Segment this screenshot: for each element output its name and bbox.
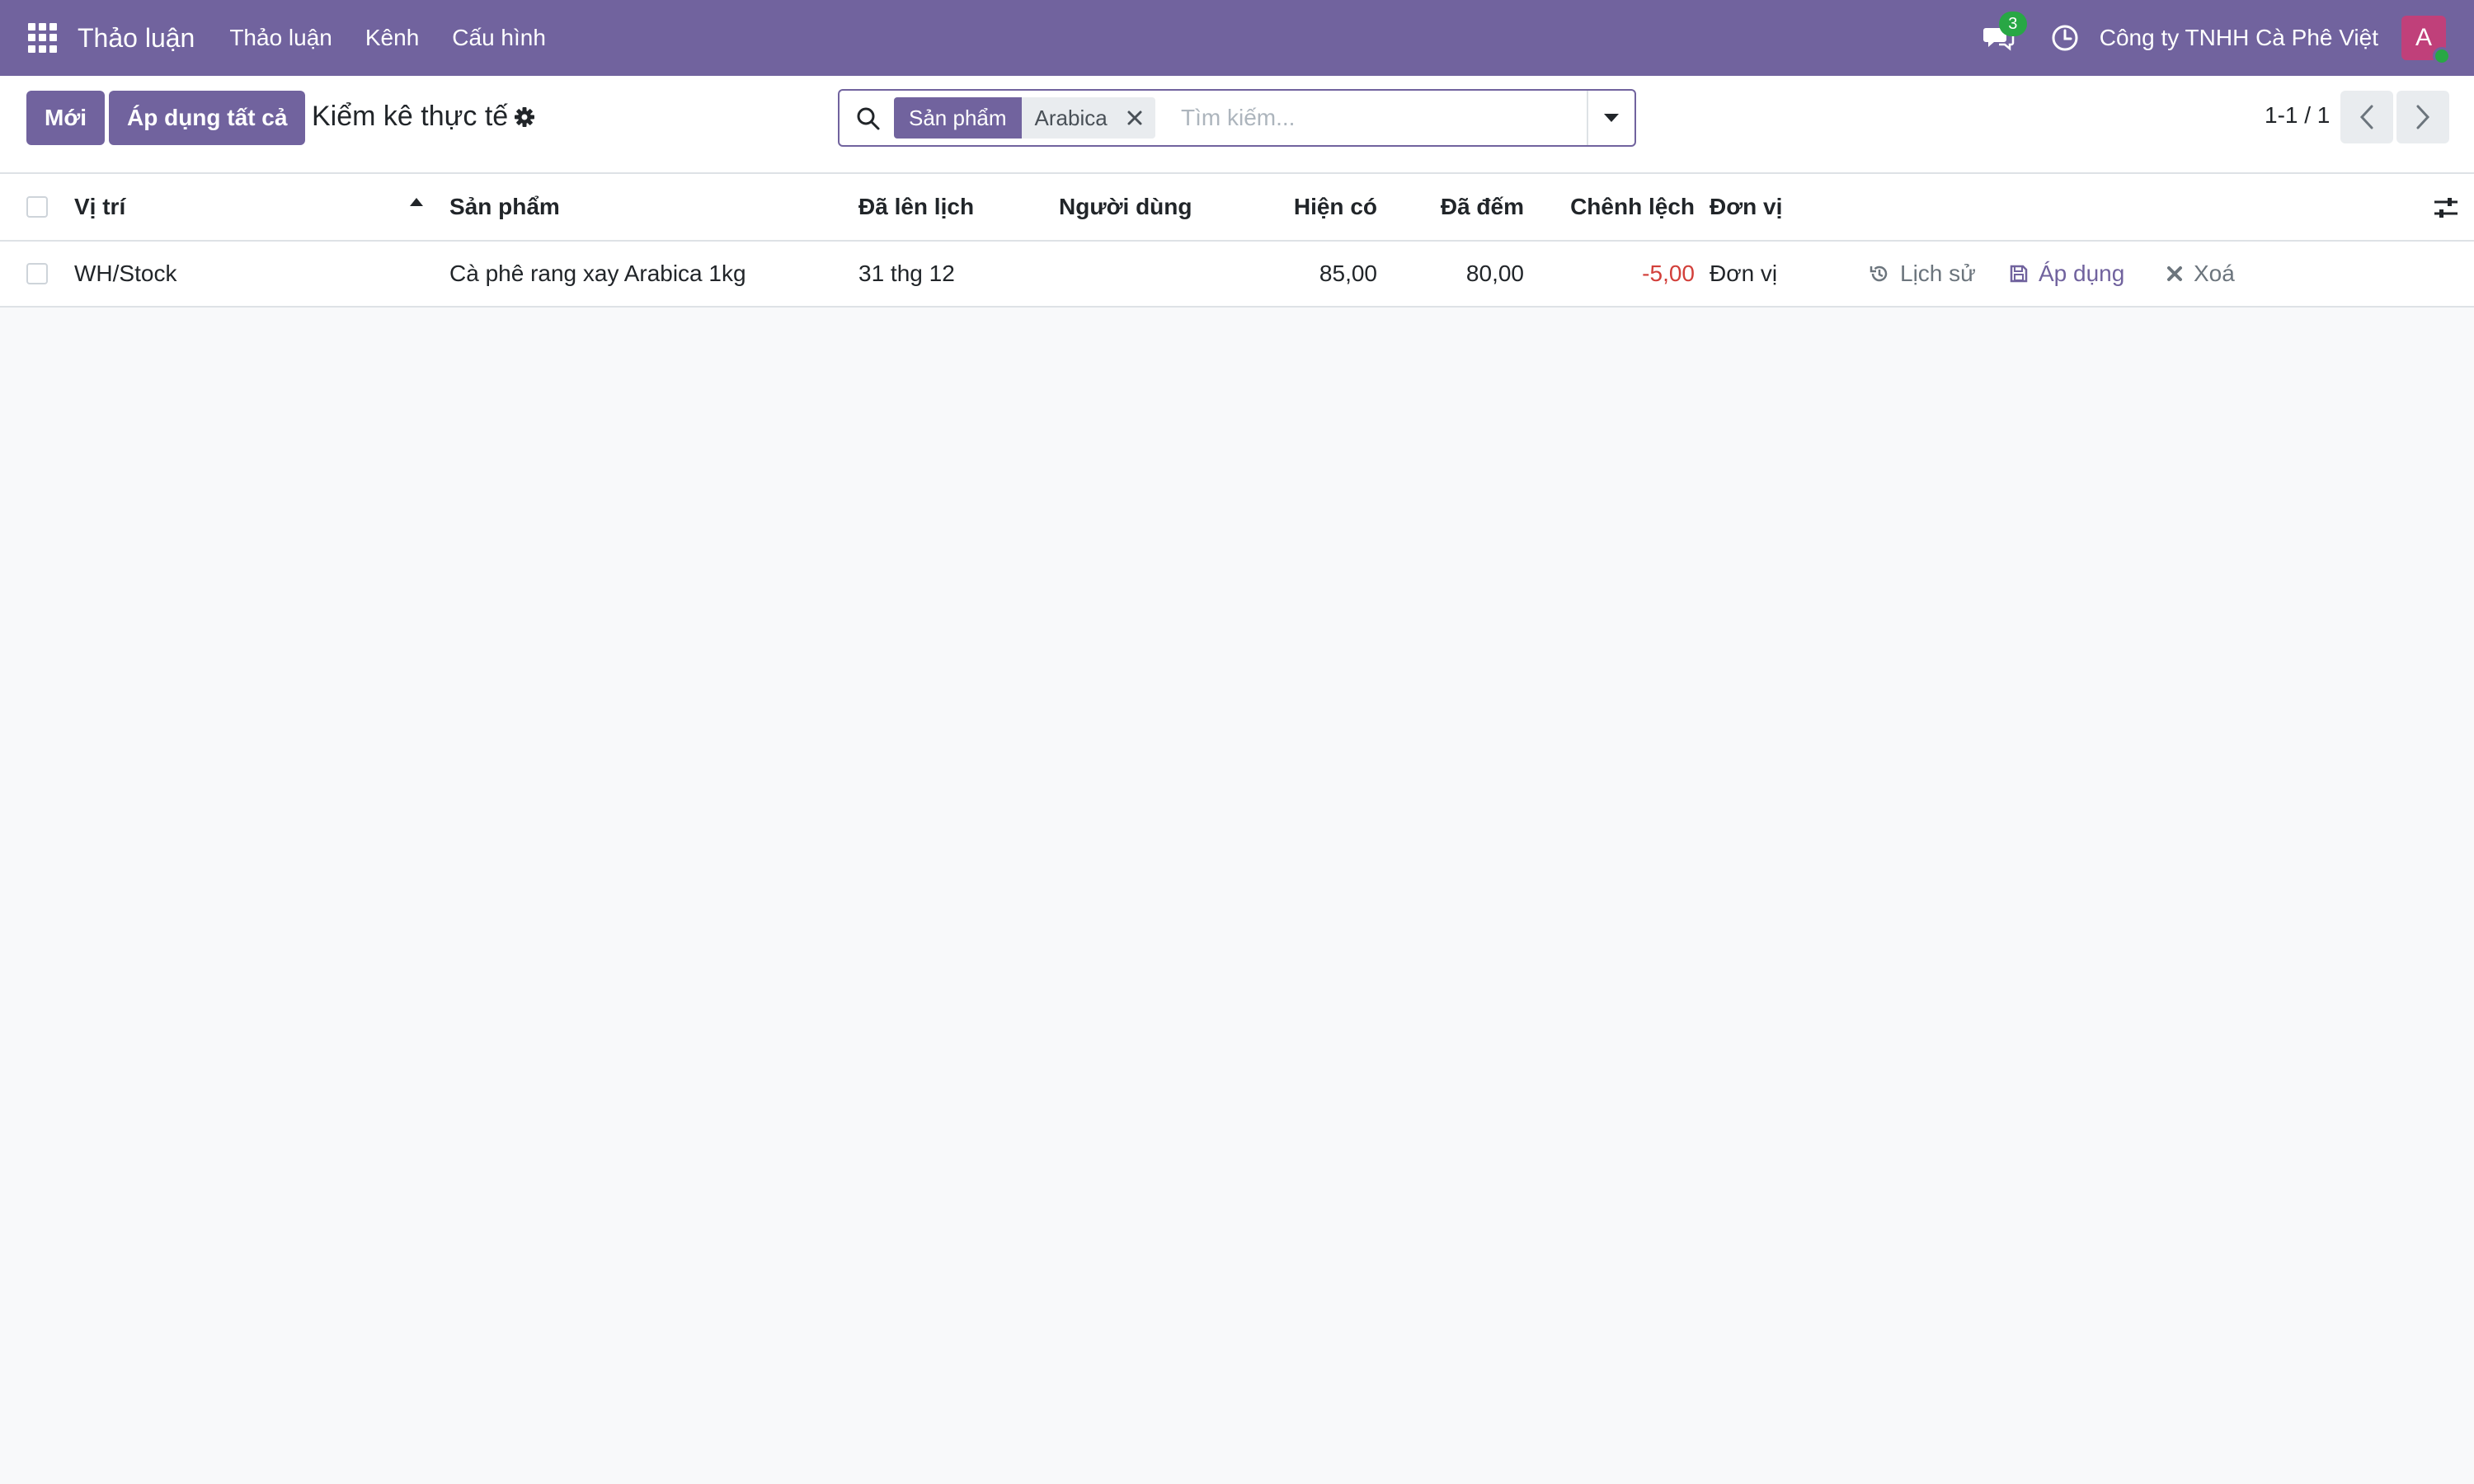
top-navbar: Thảo luận Thảo luận Kênh Cấu hình 3 Công… xyxy=(0,0,2474,76)
column-header-on-hand[interactable]: Hiện có xyxy=(1237,174,1377,240)
gear-icon[interactable] xyxy=(513,106,536,129)
select-all-cell xyxy=(26,174,48,240)
save-icon xyxy=(2010,265,2028,283)
menu-item-discuss[interactable]: Thảo luận xyxy=(229,25,332,51)
chevron-right-icon xyxy=(2416,105,2430,129)
history-label: Lịch sử xyxy=(1900,261,1976,286)
control-panel: Mới Áp dụng tất cả Kiểm kê thực tế Sản p… xyxy=(0,76,2474,174)
facet-label: Sản phẩm xyxy=(894,97,1022,139)
clock-icon[interactable] xyxy=(2050,23,2080,53)
company-switcher[interactable]: Công ty TNHH Cà Phê Việt xyxy=(2100,25,2378,51)
column-header-scheduled[interactable]: Đã lên lịch xyxy=(858,174,974,240)
cell-product[interactable]: Cà phê rang xay Arabica 1kg xyxy=(449,242,746,306)
caret-down-icon xyxy=(1604,114,1619,122)
cell-location[interactable]: WH/Stock xyxy=(74,242,176,306)
select-all-checkbox[interactable] xyxy=(26,196,48,218)
search-input[interactable] xyxy=(1179,99,1592,137)
column-header-counted[interactable]: Đã đếm xyxy=(1394,174,1524,240)
navbar-systray: 3 Công ty TNHH Cà Phê Việt A xyxy=(1982,0,2474,76)
online-status-dot xyxy=(2433,47,2451,65)
close-icon[interactable] xyxy=(1126,109,1144,127)
app-name[interactable]: Thảo luận xyxy=(78,23,195,54)
facet-value-container: Arabica xyxy=(1021,97,1155,139)
pager-value[interactable]: 1-1 / 1 xyxy=(2265,102,2330,129)
messages-button[interactable]: 3 xyxy=(1982,12,2027,54)
new-button[interactable]: Mới xyxy=(26,91,106,145)
cell-counted[interactable]: 80,00 xyxy=(1394,242,1524,306)
column-header-user[interactable]: Người dùng xyxy=(1059,174,1192,240)
cell-difference: -5,00 xyxy=(1642,261,1695,286)
apply-action[interactable]: Áp dụng xyxy=(2009,242,2124,306)
search-facet: Sản phẩm Arabica xyxy=(894,97,1155,139)
table-row[interactable]: WH/Stock Cà phê rang xay Arabica 1kg 31 … xyxy=(0,242,2474,308)
column-header-uom[interactable]: Đơn vị xyxy=(1710,174,1782,240)
search-bar: Sản phẩm Arabica xyxy=(838,89,1636,147)
pager-previous-button[interactable] xyxy=(2340,91,2393,143)
cell-uom: Đơn vị xyxy=(1710,261,1778,286)
menu-item-configuration[interactable]: Cấu hình xyxy=(452,25,546,51)
search-options-toggle[interactable] xyxy=(1587,91,1634,145)
user-avatar[interactable]: A xyxy=(2401,16,2451,65)
apps-grid-icon[interactable] xyxy=(28,23,58,53)
history-icon xyxy=(1870,265,1888,282)
cell-scheduled[interactable]: 31 thg 12 xyxy=(858,242,955,306)
page-title: Kiểm kê thực tế xyxy=(312,101,509,132)
delete-label: Xoá xyxy=(2194,261,2235,286)
table-header: Vị trí Sản phẩm Đã lên lịch Người dùng H… xyxy=(0,174,2474,242)
facet-value: Arabica xyxy=(1034,106,1108,130)
inventory-list: Vị trí Sản phẩm Đã lên lịch Người dùng H… xyxy=(0,174,2474,308)
apply-label: Áp dụng xyxy=(2039,261,2125,286)
delete-action[interactable]: Xoá xyxy=(2166,242,2235,306)
menu-item-channels[interactable]: Kênh xyxy=(365,25,419,51)
history-action[interactable]: Lịch sử xyxy=(1869,242,1976,306)
sort-ascending-icon xyxy=(410,198,423,206)
optional-columns-icon[interactable] xyxy=(2433,195,2459,220)
column-header-difference[interactable]: Chênh lệch xyxy=(1534,174,1695,240)
messages-count-badge: 3 xyxy=(1998,12,2027,36)
apply-all-button[interactable]: Áp dụng tất cả xyxy=(109,91,306,145)
column-header-product[interactable]: Sản phẩm xyxy=(449,174,560,240)
search-icon xyxy=(857,107,880,130)
row-select-cell xyxy=(26,242,48,306)
pager-next-button[interactable] xyxy=(2396,91,2449,143)
avatar-initial: A xyxy=(2415,24,2432,51)
cell-on-hand: 85,00 xyxy=(1319,261,1377,286)
close-icon xyxy=(2167,266,2182,281)
row-checkbox[interactable] xyxy=(26,263,48,284)
column-header-location[interactable]: Vị trí xyxy=(74,174,125,240)
chevron-left-icon xyxy=(2359,105,2373,129)
